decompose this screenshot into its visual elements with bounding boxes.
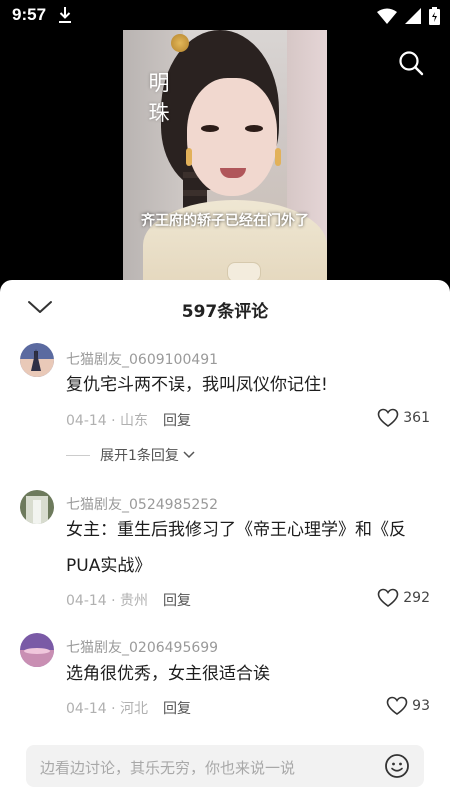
reply-button[interactable]: 回复 [163,590,191,610]
signal-icon [405,8,421,24]
comment-username[interactable]: 七猫剧友_0524985252 [66,494,218,514]
reply-button[interactable]: 回复 [163,698,191,718]
download-icon [59,7,71,23]
video-figure-face [187,78,277,196]
expand-divider [66,454,90,456]
comment-username[interactable]: 七猫剧友_0609100491 [66,349,218,369]
like-count: 93 [412,698,430,714]
like-count: 292 [403,590,430,606]
emoji-icon[interactable] [384,753,410,779]
character-name-text: 明 珠 [148,71,170,125]
expand-label: 展开1条回复 [100,448,179,464]
video-player[interactable]: 明 珠 齐王府的轿子已经在门外了 [123,30,327,280]
comment-username[interactable]: 七猫剧友_0206495699 [66,637,218,657]
hair-ornament [171,34,189,52]
battery-icon [429,7,440,25]
earring-right [275,148,281,166]
avatar[interactable] [20,633,54,667]
comment-meta: 04-14 · 河北 [66,701,149,717]
comment-meta: 04-14 · 山东 [66,413,149,429]
video-figure-eye-left [201,125,219,132]
expand-replies-button[interactable]: 展开1条回复 [66,445,196,465]
comment-sheet-header: 597条评论 [0,280,450,336]
video-subtitle: 齐王府的轿子已经在门外了 [141,213,309,229]
comment-meta: 04-14 · 贵州 [66,593,149,609]
status-time: 9:57 [12,5,47,24]
comment-text: 选角很优秀，女主很适合诶 [66,664,270,684]
reply-button[interactable]: 回复 [163,410,191,430]
earring-left [186,148,192,166]
comment-input[interactable]: 边看边讨论，其乐无穷，你也来说一说 [26,745,424,787]
chevron-down-icon [183,451,195,459]
heart-icon [377,588,399,607]
heart-icon [377,408,399,427]
comment-text: 女主：重生后我修习了《帝王心理学》和《反PUA实战》 [66,520,406,576]
wifi-icon [377,8,397,24]
heart-icon [386,696,408,715]
search-icon[interactable] [398,50,424,76]
avatar[interactable] [20,343,54,377]
comment-count-title: 597条评论 [181,302,269,322]
character-name-caption: 明 珠 [146,68,172,128]
like-button[interactable]: 292 [377,588,430,608]
status-bar: 9:57 [0,0,450,32]
avatar[interactable] [20,490,54,524]
video-figure-bow [227,262,261,280]
comment-input-placeholder: 边看边讨论，其乐无穷，你也来说一说 [40,759,296,777]
like-button[interactable]: 93 [386,696,430,716]
comment-text: 复仇宅斗两不误，我叫凤仪你记住! [66,375,328,395]
video-figure-eye-right [245,125,263,132]
like-count: 361 [403,410,430,426]
like-button[interactable]: 361 [377,408,430,428]
